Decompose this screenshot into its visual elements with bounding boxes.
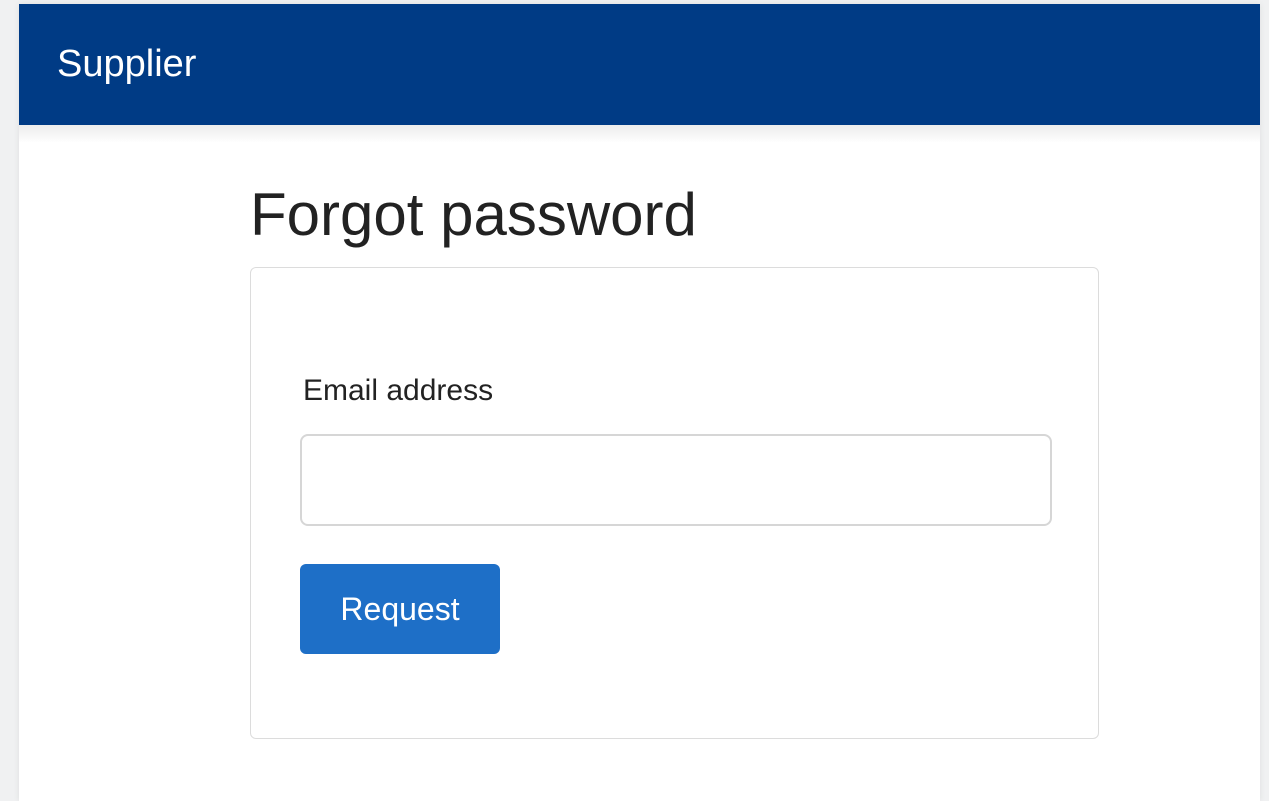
email-field[interactable] (300, 434, 1052, 526)
navbar-shadow (19, 125, 1260, 143)
email-label: Email address (303, 374, 494, 407)
forgot-password-card: Email address Request (250, 267, 1099, 739)
request-button[interactable]: Request (300, 564, 500, 654)
brand-link[interactable]: Supplier (57, 42, 196, 86)
navbar: Supplier (19, 4, 1260, 125)
page-title: Forgot password (250, 181, 697, 248)
app-frame: Supplier Forgot password Email address R… (19, 4, 1260, 801)
